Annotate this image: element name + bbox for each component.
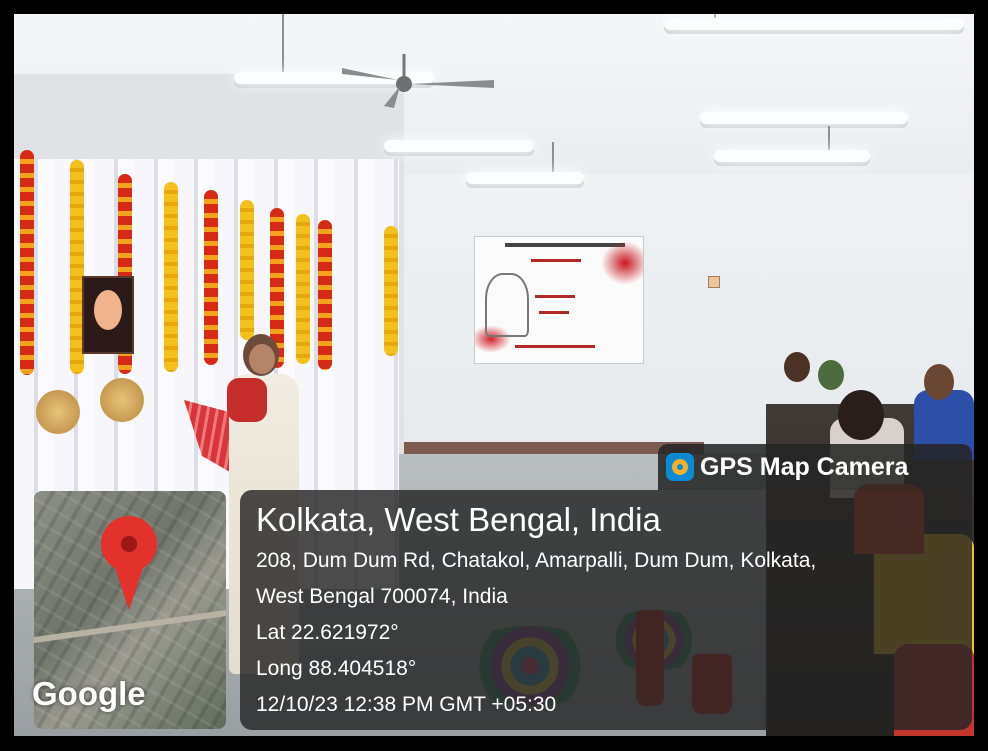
marigold-garland <box>384 226 398 356</box>
tube-light <box>664 18 964 30</box>
marigold-garland <box>20 150 34 375</box>
audience-member-head <box>818 360 844 390</box>
address-line-1: 208, Dum Dum Rd, Chatakol, Amarpalli, Du… <box>256 549 817 572</box>
gps-map-camera-icon <box>666 453 694 481</box>
tube-light <box>466 172 584 184</box>
hand-fan-decoration <box>100 378 144 422</box>
marigold-garland <box>164 182 178 372</box>
map-road <box>34 607 226 645</box>
marigold-garland <box>318 220 332 370</box>
hand-fan-decoration <box>36 390 80 434</box>
tube-light <box>714 150 870 162</box>
photo-frame: GPS Map Camera Kolkata, West Bengal, Ind… <box>0 0 988 751</box>
longitude-text: Long 88.404518° <box>256 657 417 680</box>
timestamp-text: 12/10/23 12:38 PM GMT +05:30 <box>256 693 557 716</box>
ceiling-fan <box>342 54 494 108</box>
wall-switch <box>708 276 720 288</box>
marigold-garland <box>204 190 218 365</box>
event-poster <box>474 236 644 364</box>
tube-light <box>700 112 908 124</box>
address-line-2: West Bengal 700074, India <box>256 585 508 608</box>
audience-member-head <box>784 352 810 382</box>
app-brand-label: GPS Map Camera <box>700 453 909 481</box>
latitude-text: Lat 22.621972° <box>256 621 399 644</box>
audience-member-head <box>924 364 954 400</box>
audience-member-head <box>838 390 884 440</box>
marigold-garland <box>240 200 254 340</box>
gps-map-camera-badge: GPS Map Camera <box>658 444 972 490</box>
light-rod <box>282 14 284 72</box>
map-pin-icon <box>101 516 157 612</box>
location-info-box: Kolkata, West Bengal, India 208, Dum Dum… <box>240 490 972 730</box>
goddess-portrait <box>82 276 134 354</box>
google-attribution: Google <box>32 675 146 712</box>
location-title: Kolkata, West Bengal, India <box>256 501 661 538</box>
tube-light <box>384 140 534 152</box>
